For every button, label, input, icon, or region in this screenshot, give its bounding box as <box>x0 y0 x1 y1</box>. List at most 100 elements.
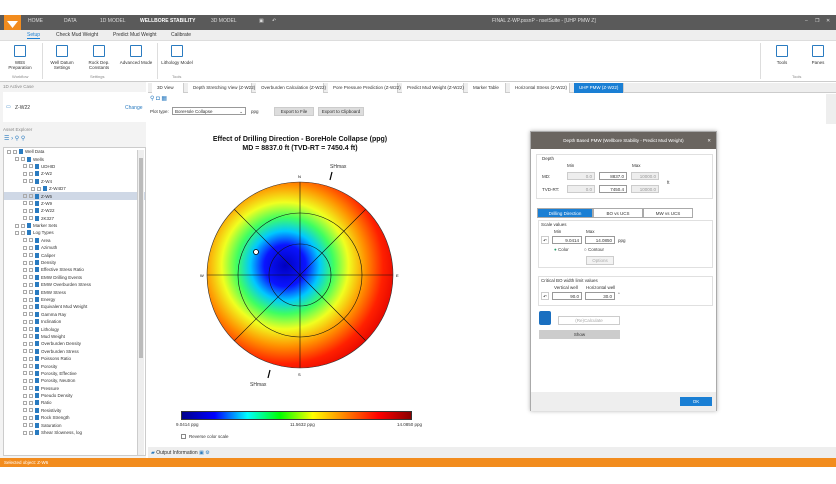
expand-toggle[interactable] <box>23 267 27 272</box>
tab-calibrate[interactable]: Calibrate <box>171 32 191 38</box>
expand-toggle[interactable] <box>23 415 27 420</box>
tvd-field[interactable]: 7450.4 <box>599 185 627 193</box>
expand-toggle[interactable] <box>23 349 27 354</box>
tree-checkbox[interactable] <box>29 341 33 346</box>
expand-toggle[interactable] <box>23 393 27 398</box>
tree-checkbox[interactable] <box>21 230 25 235</box>
tree-item[interactable]: Resistivity <box>4 407 145 414</box>
tree-item[interactable]: Overburden Density <box>4 340 145 347</box>
expand-toggle[interactable] <box>23 179 27 184</box>
tree-item[interactable]: Z-W22 <box>4 207 145 214</box>
doc-tab[interactable]: 3D View <box>152 83 184 93</box>
doc-tab[interactable]: Marker Table <box>468 83 506 93</box>
tree-checkbox[interactable] <box>29 282 33 287</box>
expand-toggle[interactable] <box>23 208 27 213</box>
doc-tab[interactable]: Horizontal Stress (Z-W22) <box>510 83 570 93</box>
tree-checkbox[interactable] <box>29 304 33 309</box>
tree-checkbox[interactable] <box>13 149 17 154</box>
expand-toggle[interactable] <box>23 260 27 265</box>
expand-toggle[interactable] <box>23 290 27 295</box>
tree-item[interactable]: Rock Strength <box>4 414 145 421</box>
tree-checkbox[interactable] <box>29 245 33 250</box>
export-clipboard-button[interactable]: Export to Clipboard <box>318 107 364 116</box>
horizontal-well-field[interactable]: 30.0 <box>585 292 615 300</box>
tree-item[interactable]: Lithology <box>4 325 145 332</box>
restore-button[interactable]: ❐ <box>815 18 819 24</box>
wbs-preparation-button[interactable]: WBS Preparation <box>3 45 37 70</box>
menu-3d-model[interactable]: 3D MODEL <box>211 18 237 24</box>
zoom-in-icon[interactable]: ⚲ <box>15 136 19 142</box>
expand-toggle[interactable] <box>23 312 27 317</box>
tree-checkbox[interactable] <box>29 393 33 398</box>
tree-checkbox[interactable] <box>29 334 33 339</box>
tab-predict-mud-weight[interactable]: Predict Mud Weight <box>113 32 157 38</box>
tree-item[interactable]: Pressure <box>4 385 145 392</box>
vertical-well-field[interactable]: 90.0 <box>552 292 582 300</box>
pin-icon[interactable]: ▣ <box>199 450 204 456</box>
tree-item[interactable]: Inclination <box>4 318 145 325</box>
advanced-mode-button[interactable]: Advanced Mode <box>119 45 153 65</box>
tree-checkbox[interactable] <box>29 194 33 199</box>
menu-data[interactable]: DATA <box>64 18 77 24</box>
tree-item[interactable]: Shear Slowness, log <box>4 429 145 436</box>
tree-item[interactable]: Poissons Ratio <box>4 355 145 362</box>
menu-wellbore-stability[interactable]: WELLBORE STABILITY <box>140 18 195 24</box>
expand-toggle[interactable] <box>23 334 27 339</box>
tree-checkbox[interactable] <box>29 171 33 176</box>
tree-checkbox[interactable] <box>29 378 33 383</box>
expand-toggle[interactable] <box>23 194 27 199</box>
expand-toggle[interactable] <box>23 164 27 169</box>
tree-item[interactable]: Z-W2 <box>4 170 145 177</box>
tree-checkbox[interactable] <box>29 164 33 169</box>
expand-toggle[interactable] <box>23 245 27 250</box>
doc-tab[interactable]: Overburden Calculation (Z-W22) <box>256 83 326 93</box>
tree-item[interactable]: Ratio <box>4 399 145 406</box>
scale-max-field[interactable]: 14.0850 <box>585 236 615 244</box>
tree-checkbox[interactable] <box>29 364 33 369</box>
tree-item[interactable]: Wells <box>4 155 145 162</box>
camera-icon[interactable]: ◘ <box>156 96 160 102</box>
expand-toggle[interactable] <box>23 238 27 243</box>
lock-icon[interactable] <box>539 311 551 325</box>
tree-checkbox[interactable] <box>29 238 33 243</box>
expand-icon[interactable]: › <box>11 136 13 142</box>
tree-checkbox[interactable] <box>29 290 33 295</box>
tree-checkbox[interactable] <box>29 267 33 272</box>
tree-item[interactable]: Energy <box>4 296 145 303</box>
grid-icon[interactable]: ▦ <box>161 96 167 102</box>
tree-checkbox[interactable] <box>29 349 33 354</box>
expand-toggle[interactable] <box>23 171 27 176</box>
tree-item[interactable]: Mud Weight <box>4 333 145 340</box>
expand-toggle[interactable] <box>31 186 35 191</box>
tree-scrollbar[interactable] <box>137 150 144 455</box>
doc-tab[interactable]: Predict Mud Weight (Z-W22) <box>402 83 464 93</box>
contour-radio[interactable]: ○ Contour <box>584 247 604 252</box>
tree-checkbox[interactable] <box>29 423 33 428</box>
expand-toggle[interactable] <box>23 282 27 287</box>
tab-bo-vs-ucs[interactable]: BO vs UCS <box>593 208 643 218</box>
tree-item[interactable]: Z-W4 <box>4 178 145 185</box>
tree-checkbox[interactable] <box>29 275 33 280</box>
tree-item[interactable]: EMW Drilling Events <box>4 274 145 281</box>
reset-scale-icon[interactable]: ↶ <box>541 236 549 244</box>
output-information-tab[interactable]: Output Information <box>156 450 197 456</box>
doc-tab[interactable]: UHP PMW (Z-W22) <box>574 83 624 93</box>
expand-toggle[interactable] <box>23 304 27 309</box>
export-file-button[interactable]: Export to File <box>274 107 314 116</box>
tree-checkbox[interactable] <box>29 179 33 184</box>
tree-item[interactable]: UDHID <box>4 163 145 170</box>
expand-toggle[interactable] <box>23 275 27 280</box>
expand-toggle[interactable] <box>23 341 27 346</box>
dialog-close-icon[interactable]: ✕ <box>707 132 711 149</box>
tree-checkbox[interactable] <box>29 201 33 206</box>
tree-item[interactable]: Porosity <box>4 362 145 369</box>
ok-button[interactable]: OK <box>680 397 712 406</box>
tree-item[interactable]: Equivalent Mud Weight <box>4 303 145 310</box>
tree-item[interactable]: Z-W9 <box>4 200 145 207</box>
menu-home[interactable]: HOME <box>28 18 43 24</box>
tab-mw-vs-ucs[interactable]: MW vs UCS <box>643 208 693 218</box>
expand-toggle[interactable] <box>23 297 27 302</box>
tab-setup[interactable]: Setup <box>27 32 41 39</box>
tree-item[interactable]: Azimuth <box>4 244 145 251</box>
checkbox-box[interactable] <box>181 434 186 439</box>
